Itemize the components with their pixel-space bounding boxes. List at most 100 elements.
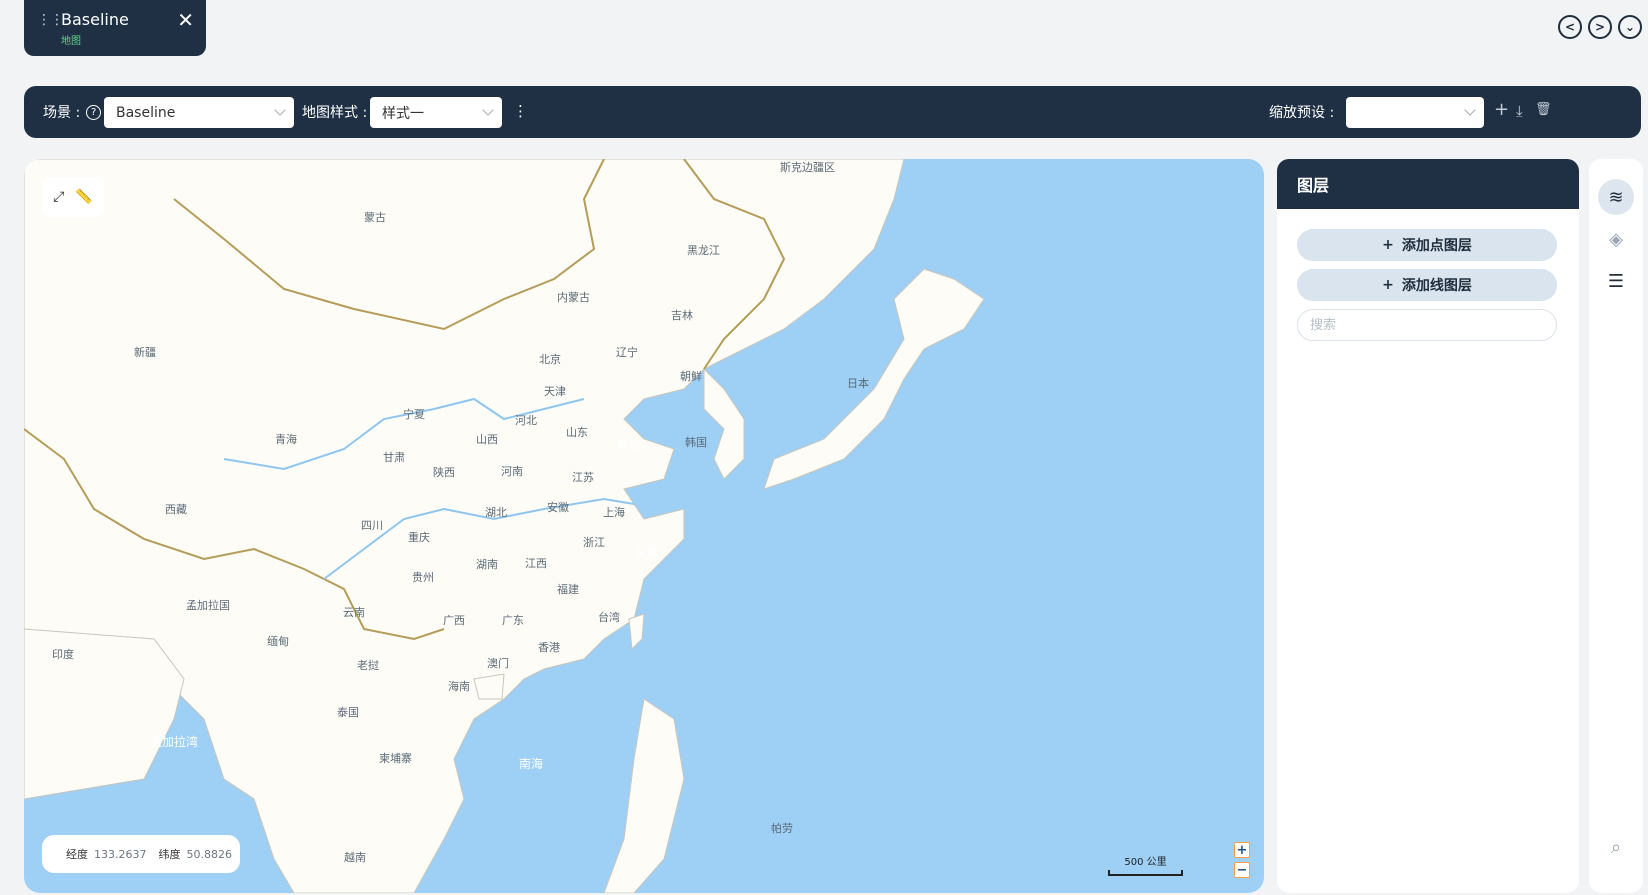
map-tools: ⤢ 📏 [42, 177, 104, 217]
add-icon[interactable]: + [1494, 99, 1509, 120]
add-point-layer-button[interactable]: + 添加点图层 [1297, 229, 1557, 261]
map-label: 台湾 [598, 611, 620, 624]
map-label: 斯克边疆区 [780, 161, 835, 174]
scene-label: 场景 : ? [43, 86, 102, 138]
ruler-icon[interactable]: 📏 [75, 189, 92, 205]
delete-icon[interactable]: 🗑 [1535, 102, 1552, 117]
layer-search-input[interactable] [1297, 309, 1557, 341]
india-land [24, 628, 185, 800]
grip-icon[interactable]: ⋮⋮ [37, 12, 64, 28]
map-label: 青海 [275, 433, 297, 446]
legend-list-icon[interactable]: ☰ [1598, 263, 1634, 299]
zoom-preset-label: 缩放预设 : [1269, 105, 1335, 121]
scale-label: 500 公里 [1124, 857, 1167, 868]
zoom-preset-select[interactable] [1346, 97, 1484, 128]
map-label: 朝鲜 [680, 370, 702, 383]
map-label: 香港 [538, 641, 560, 654]
map-label: 甘肃 [383, 451, 405, 464]
map-label: 上海 [603, 506, 625, 519]
close-icon[interactable]: ✕ [177, 8, 194, 32]
chevron-down-icon [274, 104, 286, 116]
zoom-search-icon[interactable]: ⌕ [1598, 829, 1634, 865]
plus-icon: + [1382, 277, 1394, 293]
scale-bar: 500 公里 [1108, 853, 1183, 876]
add-layer-icon[interactable]: ◈ [1598, 221, 1634, 257]
map-label: 山西 [476, 433, 498, 446]
scene-select[interactable]: Baseline [104, 97, 294, 128]
map-label: 泰国 [337, 706, 359, 719]
add-line-layer-button[interactable]: + 添加线图层 [1297, 269, 1557, 301]
map-label: 四川 [361, 519, 383, 532]
map-label: 河北 [515, 414, 537, 427]
chevron-left-icon[interactable]: < [1558, 15, 1582, 39]
map-label: 广东 [502, 614, 524, 627]
taiwan-land [628, 613, 645, 651]
layer-panel: 图层 + 添加点图层 + 添加线图层 [1277, 159, 1579, 893]
map-label: 孟加拉国 [186, 599, 230, 612]
map-label: 江苏 [572, 471, 594, 484]
map-label: 福建 [557, 583, 579, 596]
panel-title: 图层 [1277, 159, 1579, 209]
map-toolbar: 场景 : ? Baseline 地图样式 : 样式一 ⋮ 缩放预设 : + ⤓ … [24, 86, 1641, 138]
add-point-layer-label: 添加点图层 [1401, 238, 1472, 254]
map-label: 黑龙江 [687, 244, 720, 257]
scene-tab[interactable]: ⋮⋮ Baseline 地图 ✕ [24, 0, 206, 56]
map-label: 海南 [448, 680, 470, 693]
map-label: 韩国 [685, 436, 707, 449]
map-label: 内蒙古 [557, 291, 590, 304]
korea-land [703, 367, 745, 480]
map-label: 贵州 [412, 571, 434, 584]
map-label: 老挝 [357, 659, 379, 672]
more-icon[interactable]: ⋮ [513, 102, 528, 120]
latitude-value: 50.8826 [186, 847, 233, 861]
sea-label: 东海 [634, 546, 659, 560]
chevron-down-icon[interactable]: ⌄ [1618, 15, 1642, 39]
zoom-out-button[interactable]: − [1234, 862, 1250, 878]
map-label: 浙江 [583, 536, 605, 549]
map-label: 缅甸 [267, 635, 289, 648]
tab-title: Baseline [61, 10, 129, 29]
map-label: 宁夏 [403, 408, 425, 421]
coordinate-readout: 经度 133.2637 纬度 50.8826 [42, 835, 240, 873]
map-label: 西藏 [165, 503, 187, 516]
map-canvas [24, 159, 985, 893]
map-label: 山东 [566, 426, 588, 439]
scene-select-value: Baseline [116, 104, 176, 121]
map-label: 新疆 [134, 346, 156, 359]
philippines-land [603, 698, 685, 893]
longitude-value: 133.2637 [94, 847, 147, 861]
map-label: 江西 [525, 557, 547, 570]
tab-subtitle: 地图 [61, 36, 81, 47]
chevron-right-icon[interactable]: > [1588, 15, 1612, 39]
right-rail: ≋ ◈ ☰ ⌕ [1589, 159, 1643, 893]
hainan-land [473, 673, 505, 700]
chevron-down-icon [482, 104, 494, 116]
plus-icon: + [1382, 237, 1394, 253]
map-label: 湖南 [476, 558, 498, 571]
help-icon[interactable]: ? [86, 104, 102, 120]
tab-navigation: < > ⌄ [1558, 15, 1642, 39]
zoom-in-button[interactable]: + [1234, 842, 1250, 858]
chevron-down-icon [1464, 104, 1476, 116]
sea-label: 帕劳 [771, 822, 793, 835]
map-label: 辽宁 [616, 346, 638, 359]
map-label: 重庆 [408, 531, 430, 544]
map-view[interactable]: ⤢ 📏 蒙古 斯克边疆区 新疆 黑龙江 内蒙古 吉林 辽宁 北京 天津 朝鲜 日… [24, 159, 1264, 893]
sea-label: 黄海 [617, 438, 642, 452]
map-label: 安徽 [547, 501, 569, 514]
fullscreen-icon[interactable]: ⤢ [53, 189, 64, 205]
map-style-select[interactable]: 样式一 [370, 97, 502, 128]
map-style-select-value: 样式一 [382, 105, 424, 122]
map-label: 湖北 [485, 506, 507, 519]
map-label: 柬埔寨 [379, 752, 412, 765]
map-label: 印度 [52, 648, 74, 661]
add-line-layer-label: 添加线图层 [1401, 278, 1472, 294]
mainland-land [24, 159, 905, 893]
map-label: 日本 [847, 377, 869, 390]
download-icon[interactable]: ⤓ [1516, 102, 1523, 120]
map-label: 越南 [344, 851, 366, 864]
layers-icon[interactable]: ≋ [1598, 179, 1634, 215]
map-label: 吉林 [671, 309, 693, 322]
map-label: 云南 [343, 606, 365, 619]
scale-line [1108, 870, 1183, 876]
